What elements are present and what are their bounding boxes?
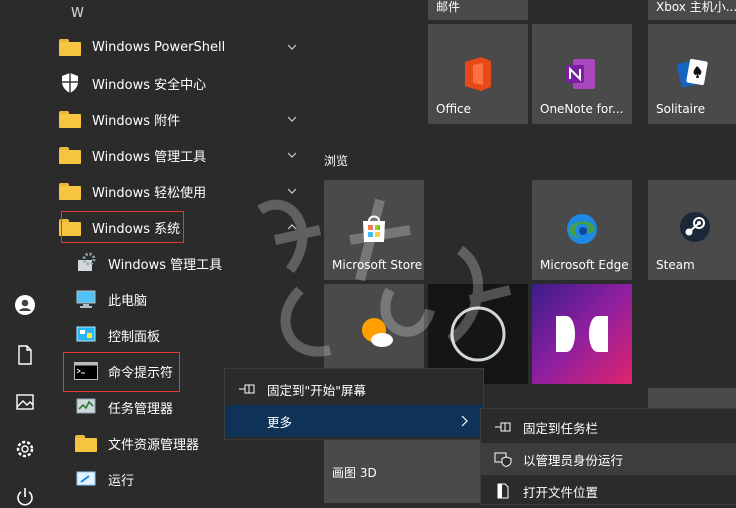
app-label: 此电脑 [108,293,148,309]
app-label: 运行 [108,473,135,489]
app-label: Windows 管理工具 [108,257,223,273]
app-label: Windows PowerShell [92,39,226,55]
weather-icon [362,318,393,347]
chevron-right-icon [461,415,468,427]
edge-icon [567,214,597,244]
folder-icon [58,35,82,59]
app-windows-powershell[interactable]: Windows PowerShell [58,30,314,64]
chevron-down-icon [287,188,297,194]
store-icon [363,215,385,242]
letter-header-w[interactable]: W [71,6,84,21]
tile-label: OneNote for... [540,102,624,116]
ring-icon [450,306,506,362]
tile-partial[interactable] [648,388,736,408]
app-windows-admin-tools[interactable]: Windows 管理工具 [58,138,314,172]
folder-icon [58,143,82,167]
app-label: Windows 安全中心 [92,77,207,93]
chevron-down-icon [287,152,297,158]
tile-label: 邮件 [436,0,461,14]
blank-icon [237,413,257,429]
menu-item-label: 固定到任务栏 [523,420,599,436]
tile-label: Office [436,102,472,116]
app-windows-ease-of-access[interactable]: Windows 轻松使用 [58,174,314,208]
highlight-box-windows-system [61,211,184,243]
menu-item-label: 固定到"开始"屏幕 [267,382,366,398]
tile-dolby[interactable] [532,284,632,384]
settings-icon[interactable] [14,438,36,460]
menu-item-pin-to-taskbar[interactable]: 固定到任务栏 [481,411,736,443]
office-icon [465,57,491,91]
tile-label: Steam [656,258,695,272]
menu-item-label: 以管理员身份运行 [523,452,624,468]
task-manager-icon [74,395,98,419]
folder-icon [58,107,82,131]
start-rail [0,0,50,506]
pictures-icon[interactable] [14,391,36,413]
dolby-icon [556,316,608,352]
app-admin-tools[interactable]: Windows 管理工具 [58,246,314,280]
app-label: 控制面板 [108,329,161,345]
menu-item-label: 更多 [267,414,293,430]
menu-item-label: 打开文件位置 [523,484,599,500]
shield-icon [58,71,82,95]
folder-open-icon [493,483,513,499]
tile-microsoft-edge[interactable]: Microsoft Edge [532,180,632,280]
menu-item-pin-to-start[interactable]: 固定到"开始"屏幕 [225,373,483,405]
app-run[interactable]: 运行 [58,462,314,496]
document-icon[interactable] [14,344,36,366]
folder-icon [58,179,82,203]
power-icon[interactable] [14,486,36,508]
tile-group-header[interactable]: 浏览 [324,152,348,169]
solitaire-icon [677,58,708,88]
menu-item-more[interactable]: 更多 [225,405,483,437]
app-windows-security[interactable]: Windows 安全中心 [58,66,314,100]
chevron-down-icon [287,44,297,50]
pin-icon [493,419,513,435]
tile-onenote[interactable]: OneNote for... [532,24,632,124]
chevron-down-icon [287,116,297,122]
highlight-box-command-prompt [63,352,180,392]
admin-tools-icon [74,251,98,275]
context-menu: 固定到"开始"屏幕 更多 [224,368,484,440]
app-this-pc[interactable]: 此电脑 [58,282,314,316]
shield-admin-icon [493,451,513,467]
tile-office[interactable]: Office [428,24,528,124]
tile-label: Microsoft Edge [540,258,629,272]
user-icon[interactable] [14,294,36,316]
pin-icon [237,381,257,397]
app-label: Windows 轻松使用 [92,185,207,201]
tile-label: Microsoft Store [332,258,423,272]
tile-label: Solitaire [656,102,706,116]
onenote-icon [566,59,595,89]
tile-label: Xbox 主机小... [656,0,736,14]
tile-label: 画图 3D [332,466,377,480]
app-label: Windows 管理工具 [92,149,207,165]
steam-icon [680,212,710,242]
app-label: Windows 附件 [92,113,181,129]
app-windows-accessories[interactable]: Windows 附件 [58,102,314,136]
menu-item-run-as-admin[interactable]: 以管理员身份运行 [481,443,736,475]
tile-solitaire[interactable]: Solitaire [648,24,736,124]
file-explorer-icon [74,431,98,455]
control-panel-icon [74,323,98,347]
menu-item-open-file-location[interactable]: 打开文件位置 [481,475,736,507]
tile-mail[interactable]: 邮件 [428,0,528,20]
tile-microsoft-store[interactable]: Microsoft Store [324,180,424,280]
this-pc-icon [74,287,98,311]
tile-xbox[interactable]: Xbox 主机小... [648,0,736,20]
app-label: 文件资源管理器 [108,437,200,453]
chevron-up-icon [287,224,297,230]
submenu: 固定到任务栏 以管理员身份运行 打开文件位置 [480,408,736,505]
app-label: 任务管理器 [108,401,174,417]
run-icon [74,467,98,491]
tile-steam[interactable]: Steam [648,180,736,280]
tile-paint-3d[interactable]: 画图 3D [324,440,480,503]
app-control-panel[interactable]: 控制面板 [58,318,314,352]
